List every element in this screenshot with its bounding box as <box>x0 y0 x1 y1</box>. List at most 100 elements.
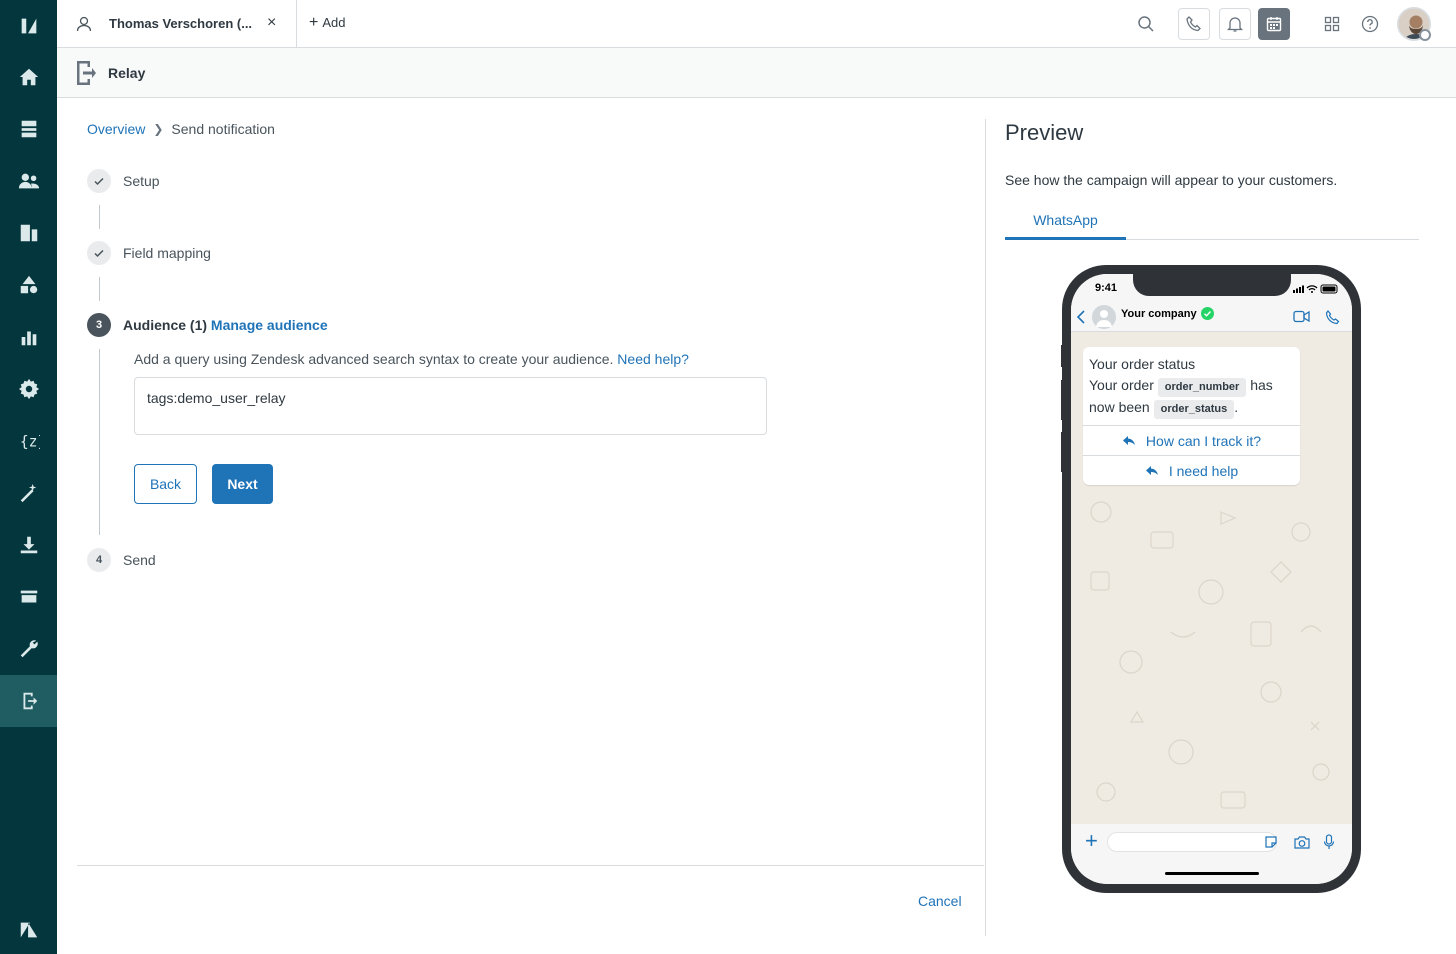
breadcrumb-overview-link[interactable]: Overview <box>87 121 145 137</box>
step-1-complete-check-icon <box>87 169 111 193</box>
video-call-icon[interactable] <box>1293 310 1310 323</box>
step-4-number: 4 <box>87 548 111 572</box>
breadcrumb: Overview ❯ Send notification <box>87 121 275 137</box>
chevron-left-icon[interactable] <box>1077 310 1085 324</box>
cancel-button[interactable]: Cancel <box>918 893 962 909</box>
magic-wand-icon[interactable] <box>0 467 57 519</box>
reply-arrow-icon <box>1122 436 1135 445</box>
quick-reply-label: I need help <box>1168 462 1239 479</box>
plus-icon: + <box>309 13 319 31</box>
calendar-icon[interactable] <box>1258 8 1290 40</box>
footer-divider <box>77 865 984 866</box>
step-3-label: Audience (1) Manage audience <box>123 317 328 333</box>
phone-side-button <box>1061 432 1064 472</box>
stepper-connector <box>99 205 100 229</box>
breadcrumb-current: Send notification <box>171 121 275 137</box>
preview-tabs: WhatsApp <box>1005 204 1419 240</box>
app-header: Relay <box>57 48 1456 98</box>
add-button[interactable]: + Add <box>309 13 346 31</box>
audience-hint-text: Add a query using Zendesk advanced searc… <box>134 351 614 367</box>
preview-title: Preview <box>1005 120 1084 145</box>
terminal-icon[interactable] <box>0 571 57 623</box>
phone-screen: 9:41 Your company Your order status Your… <box>1071 274 1352 884</box>
wrench-icon[interactable] <box>0 623 57 675</box>
step-3-title: Audience (1) <box>123 317 208 333</box>
step-2-label: Field mapping <box>123 245 211 261</box>
phone-icon[interactable] <box>1178 8 1210 40</box>
next-button[interactable]: Next <box>212 464 273 504</box>
company-avatar-icon <box>1092 305 1116 329</box>
message-title: Your order status <box>1089 356 1196 372</box>
availability-status-icon <box>1419 29 1431 41</box>
message-body: Your order status Your order order_numbe… <box>1083 347 1300 425</box>
placeholder-chip: order_number <box>1157 378 1247 397</box>
home-indicator <box>1165 872 1259 875</box>
audience-query-input[interactable]: tags:demo_user_relay <box>134 377 767 435</box>
message-bubble: Your order status Your order order_numbe… <box>1083 347 1300 485</box>
message-line-1: Your order order_number has <box>1089 375 1294 397</box>
sunshine-code-icon[interactable]: {z} <box>0 415 57 467</box>
reporting-icon[interactable] <box>0 311 57 363</box>
tab-label: Thomas Verschoren (... <box>109 16 253 31</box>
need-help-link[interactable]: Need help? <box>617 351 689 367</box>
verified-badge-icon <box>1201 307 1214 320</box>
quick-reply-label: How can I track it? <box>1145 432 1262 449</box>
relay-app-icon[interactable] <box>0 675 57 727</box>
notification-bell-icon[interactable] <box>1219 8 1251 40</box>
stepper-connector <box>99 277 100 301</box>
sticker-icon[interactable] <box>1264 835 1278 849</box>
signal-wifi-battery-icon <box>1293 284 1338 294</box>
close-tab-icon[interactable]: × <box>267 14 276 32</box>
message-text: now been <box>1089 399 1150 415</box>
apps-grid-icon[interactable] <box>1316 8 1348 40</box>
step-3-number: 3 <box>87 313 111 337</box>
zendesk-wordmark-icon[interactable] <box>0 904 57 954</box>
step-2-complete-check-icon <box>87 241 111 265</box>
panel-divider <box>985 119 986 936</box>
objects-icon[interactable] <box>0 259 57 311</box>
placeholder-chip: order_status <box>1153 400 1235 419</box>
preview-description: See how the campaign will appear to your… <box>1005 172 1338 188</box>
phone-side-button <box>1061 380 1064 420</box>
step-4-label: Send <box>123 552 156 568</box>
chevron-right-icon: ❯ <box>153 122 164 136</box>
zendesk-logo-icon[interactable] <box>0 0 57 52</box>
organizations-icon[interactable] <box>0 207 57 259</box>
user-icon <box>76 16 92 32</box>
attach-plus-icon[interactable]: + <box>1085 830 1098 852</box>
download-icon[interactable] <box>0 519 57 571</box>
phone-notch <box>1133 274 1291 296</box>
settings-gear-icon[interactable] <box>0 363 57 415</box>
tab-whatsapp[interactable]: WhatsApp <box>1005 204 1126 240</box>
microphone-icon[interactable] <box>1323 834 1335 850</box>
customers-icon[interactable] <box>0 155 57 207</box>
message-text: has <box>1250 377 1273 393</box>
svg-text:{z}: {z} <box>19 434 39 451</box>
message-text: . <box>1234 399 1239 415</box>
stepper-connector <box>99 349 100 535</box>
manage-audience-link[interactable]: Manage audience <box>211 317 328 333</box>
chat-header: Your company <box>1071 302 1352 332</box>
views-icon[interactable] <box>0 103 57 155</box>
top-bar: Thomas Verschoren (... × + Add <box>57 0 1456 48</box>
ticket-tab[interactable]: Thomas Verschoren (... × <box>57 0 297 48</box>
home-icon[interactable] <box>0 51 57 103</box>
app-title: Relay <box>108 65 146 81</box>
add-label: Add <box>322 15 346 30</box>
message-text: Your order <box>1089 377 1154 393</box>
voice-call-icon[interactable] <box>1325 310 1340 325</box>
left-sidebar: {z} <box>0 0 57 954</box>
step-1-label: Setup <box>123 173 160 189</box>
chat-message-input[interactable] <box>1107 832 1277 852</box>
quick-reply-button[interactable]: I need help <box>1083 455 1300 485</box>
relay-header-icon <box>77 61 96 85</box>
quick-reply-button[interactable]: How can I track it? <box>1083 425 1300 455</box>
chat-input-bar: + <box>1071 824 1352 884</box>
back-button[interactable]: Back <box>134 464 197 504</box>
message-line-2: now been order_status. <box>1089 397 1294 419</box>
phone-side-button <box>1061 345 1064 367</box>
help-icon[interactable] <box>1354 8 1386 40</box>
company-name: Your company <box>1121 308 1197 320</box>
camera-icon[interactable] <box>1294 835 1310 849</box>
search-icon[interactable] <box>1130 8 1162 40</box>
